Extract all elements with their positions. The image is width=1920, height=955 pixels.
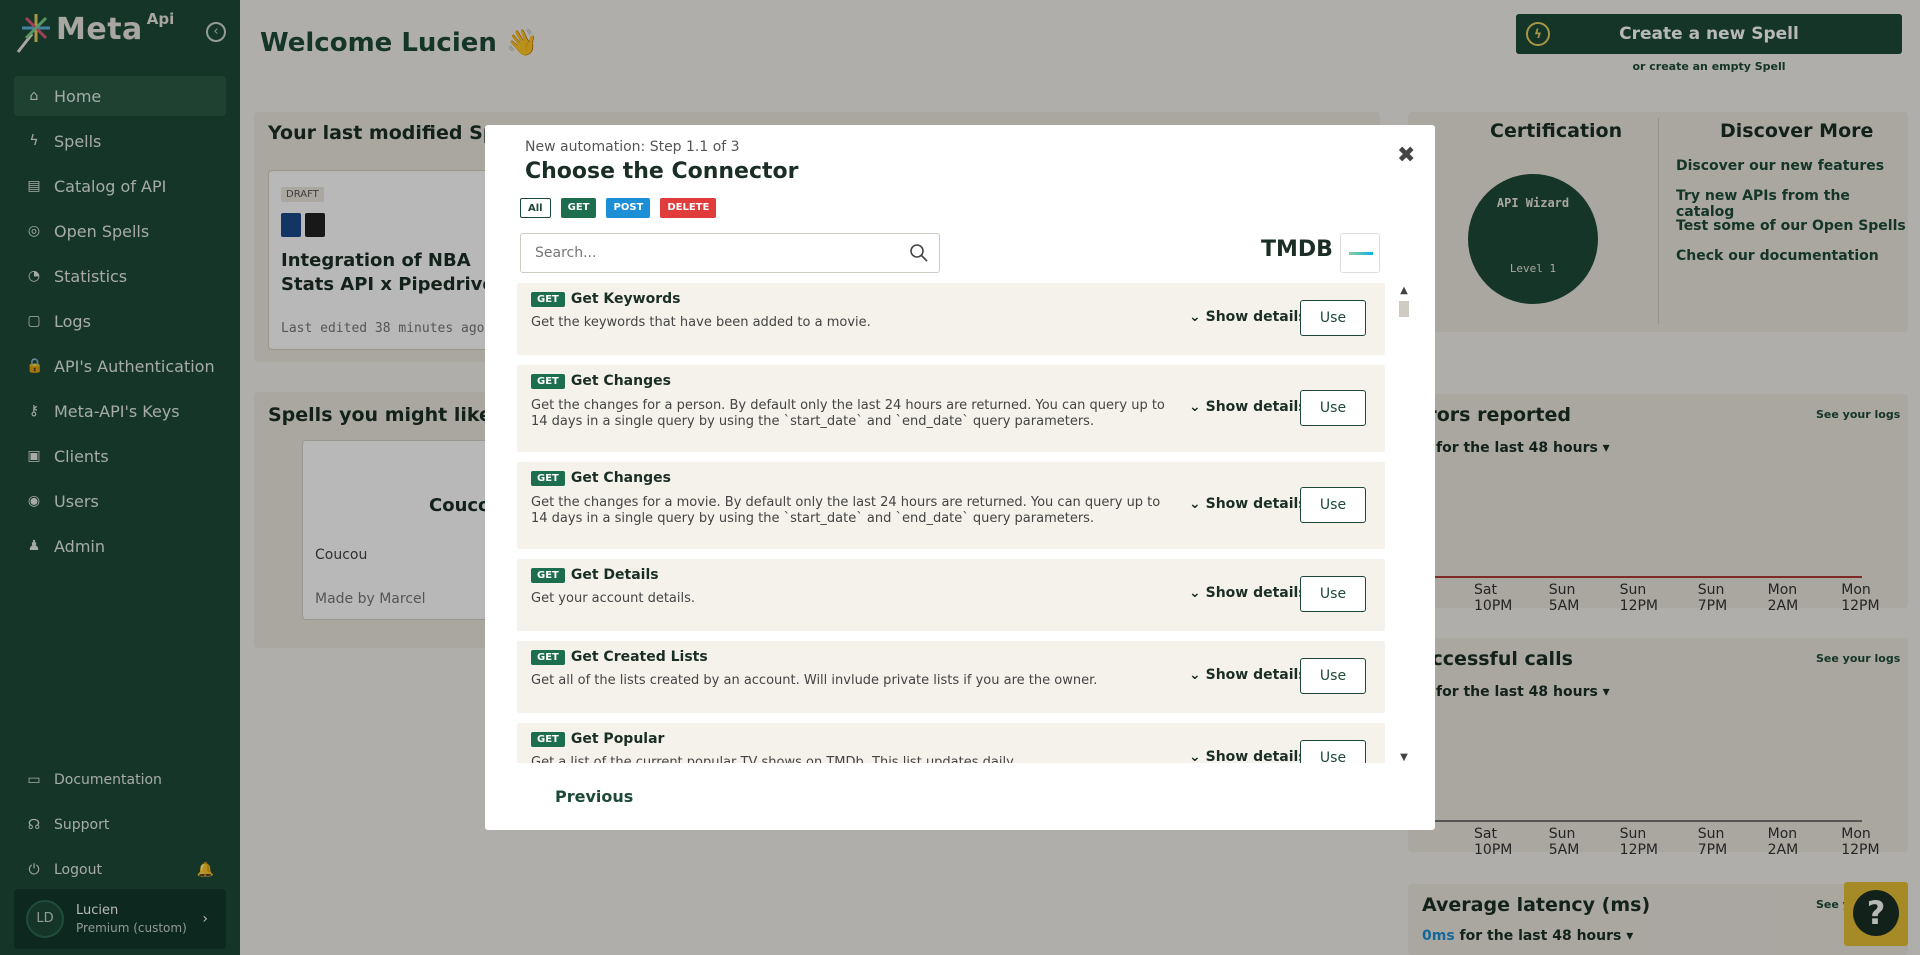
show-details-label: Show details	[1205, 496, 1307, 512]
endpoint-title: Get Changes	[570, 373, 671, 389]
endpoint-title: Get Created Lists	[570, 649, 708, 665]
method-badge: GET	[531, 731, 565, 747]
endpoint-header: GET Get Created Lists	[531, 649, 708, 665]
show-details-label: Show details	[1205, 585, 1307, 601]
endpoint-item: GET Get Changes Get the changes for a mov…	[517, 462, 1385, 549]
show-details-button[interactable]: ⌄ Show details	[1189, 399, 1307, 415]
use-button[interactable]: Use	[1300, 576, 1366, 612]
list-scrollbar[interactable]: ▲ ▼	[1397, 285, 1411, 763]
endpoint-title: Get Changes	[570, 470, 671, 486]
search-icon[interactable]	[909, 243, 929, 263]
endpoint-description: Get your account details.	[531, 591, 696, 606]
show-details-button[interactable]: ⌄ Show details	[1189, 667, 1307, 683]
modal-title: Choose the Connector	[525, 159, 799, 184]
use-button[interactable]: Use	[1300, 487, 1366, 523]
endpoint-header: GET Get Popular	[531, 731, 664, 747]
show-details-button[interactable]: ⌄ Show details	[1189, 749, 1307, 763]
scroll-up-icon[interactable]: ▲	[1397, 285, 1411, 296]
endpoint-item: GET Get Details Get your account details.…	[517, 559, 1385, 631]
endpoint-header: GET Get Changes	[531, 470, 671, 486]
show-details-label: Show details	[1205, 749, 1307, 763]
show-details-label: Show details	[1205, 309, 1307, 325]
close-icon[interactable]: ✖	[1397, 143, 1415, 168]
search-input[interactable]	[521, 234, 891, 272]
endpoint-item: GET Get Changes Get the changes for a per…	[517, 365, 1385, 452]
show-details-button[interactable]: ⌄ Show details	[1189, 309, 1307, 325]
endpoint-header: GET Get Changes	[531, 373, 671, 389]
filter-all[interactable]: All	[520, 198, 551, 218]
modal-step: New automation: Step 1.1 of 3	[525, 139, 740, 155]
endpoint-header: GET Get Keywords	[531, 291, 680, 307]
connector-name: TMDB	[1261, 237, 1333, 262]
endpoint-title: Get Keywords	[570, 291, 681, 307]
choose-connector-modal: New automation: Step 1.1 of 3 Choose the…	[485, 125, 1435, 830]
endpoint-description: Get all of the lists created by an accou…	[531, 673, 1098, 688]
search-box	[520, 233, 940, 273]
endpoint-description: Get the changes for a person. By default…	[531, 398, 1165, 429]
endpoint-header: GET Get Details	[531, 567, 659, 583]
method-badge: GET	[531, 470, 565, 486]
method-badge: GET	[531, 567, 565, 583]
show-details-label: Show details	[1205, 399, 1307, 415]
previous-button[interactable]: Previous	[555, 787, 633, 806]
show-details-button[interactable]: ⌄ Show details	[1189, 496, 1307, 512]
method-badge: GET	[531, 649, 565, 665]
method-badge: GET	[531, 291, 565, 307]
show-details-button[interactable]: ⌄ Show details	[1189, 585, 1307, 601]
filter-get[interactable]: GET	[560, 198, 597, 218]
method-badge: GET	[531, 373, 565, 389]
filter-post[interactable]: POST	[606, 198, 651, 218]
use-button[interactable]: Use	[1300, 300, 1366, 336]
scroll-thumb[interactable]	[1399, 301, 1409, 317]
use-button[interactable]: Use	[1300, 658, 1366, 694]
endpoint-description: Get the changes for a movie. By default …	[531, 495, 1161, 526]
method-filters: All GET POST DELETE	[520, 198, 717, 218]
endpoint-description: Get a list of the current popular TV sho…	[531, 755, 1017, 763]
endpoint-item: GET Get Popular Get a list of the current…	[517, 723, 1385, 763]
filter-delete[interactable]: DELETE	[660, 198, 717, 218]
endpoint-description: Get the keywords that have been added to…	[531, 315, 871, 330]
use-button[interactable]: Use	[1300, 390, 1366, 426]
show-details-label: Show details	[1205, 667, 1307, 683]
endpoint-title: Get Details	[570, 567, 659, 583]
endpoint-title: Get Popular	[570, 731, 665, 747]
endpoint-item: GET Get Created Lists Get all of the list…	[517, 641, 1385, 713]
scroll-down-icon[interactable]: ▼	[1397, 752, 1411, 763]
tmdb-logo-icon	[1340, 233, 1380, 273]
use-button[interactable]: Use	[1300, 740, 1366, 763]
endpoint-list: GET Get Keywords Get the keywords that ha…	[517, 283, 1385, 763]
endpoint-item: GET Get Keywords Get the keywords that ha…	[517, 283, 1385, 355]
